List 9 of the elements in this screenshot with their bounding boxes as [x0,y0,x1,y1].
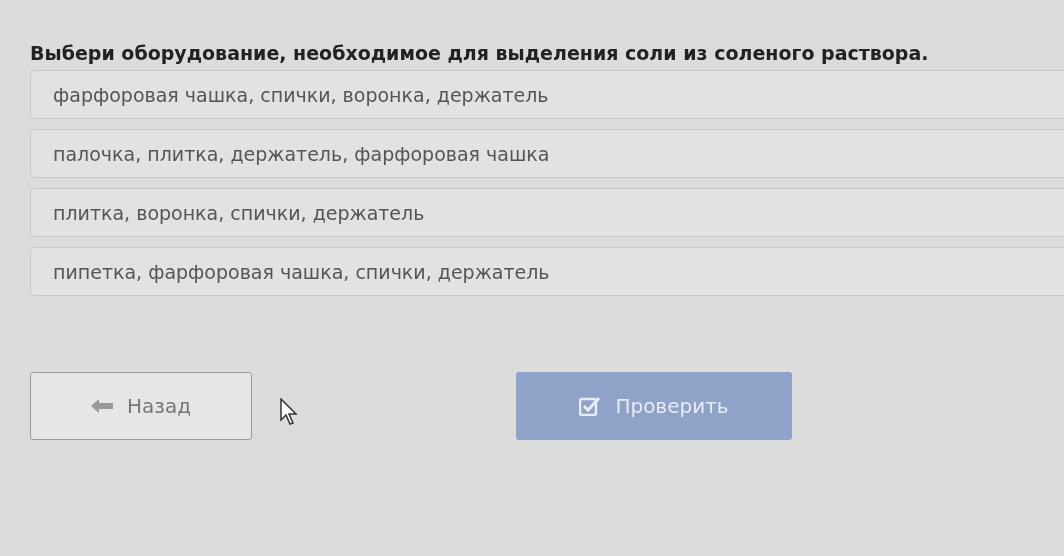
back-button[interactable]: Назад [30,372,252,440]
answer-option[interactable]: пипетка, фарфоровая чашка, спички, держатель [30,247,1064,296]
arrow-left-icon [91,399,113,413]
cursor-icon [280,398,298,426]
question-text: Выбери оборудование, необходимое для выделения соли из соленого раствора. [30,42,930,64]
checkbox-icon [579,396,602,416]
answer-option[interactable]: палочка, плитка, держатель, фарфоровая чашка [30,129,1064,178]
answer-option[interactable]: фарфоровая чашка, спички, воронка, держатель [30,70,1064,119]
answer-option[interactable]: плитка, воронка, спички, держатель [30,188,1064,237]
